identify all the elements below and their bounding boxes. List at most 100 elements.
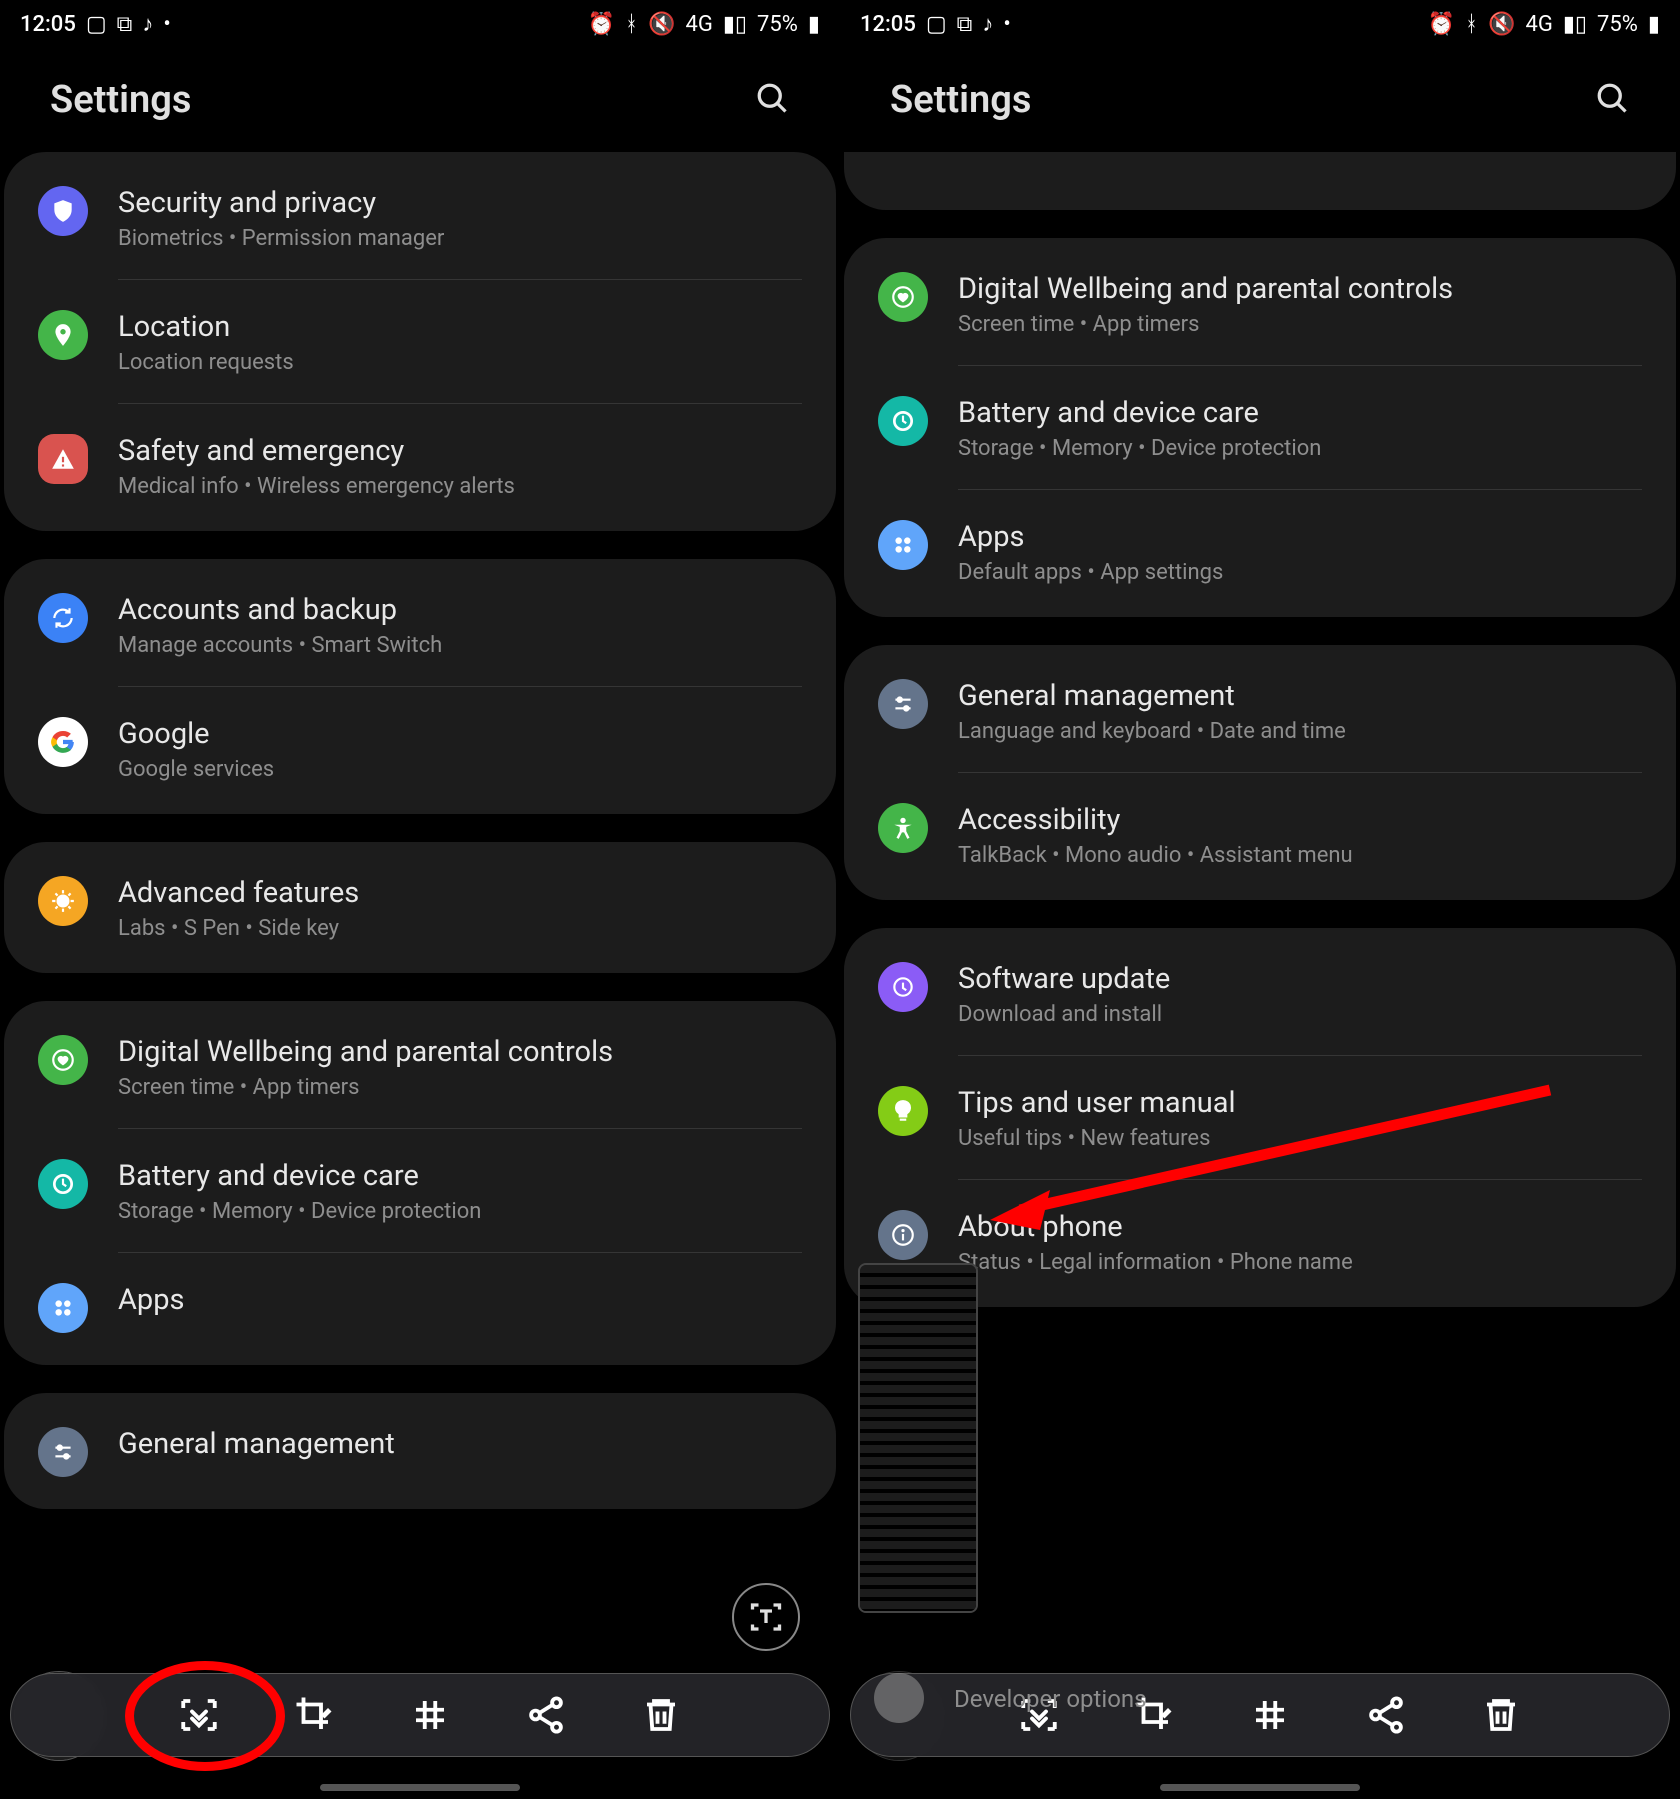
item-subtitle: Manage accounts • Smart Switch xyxy=(118,633,802,658)
item-subtitle: Google services xyxy=(118,757,802,782)
settings-item-star[interactable]: Labs • S Pen • Side key xyxy=(844,152,1676,206)
page-title: Settings xyxy=(890,78,1031,122)
item-subtitle: Default apps • App settings xyxy=(958,560,1642,585)
update-icon xyxy=(878,962,928,1012)
tips-icon xyxy=(878,1086,928,1136)
item-title: General management xyxy=(118,1427,802,1461)
settings-item-update[interactable]: Software updateDownload and install xyxy=(844,932,1676,1055)
item-subtitle: Storage • Memory • Device protection xyxy=(118,1199,802,1224)
search-icon[interactable] xyxy=(1594,80,1630,120)
overlay-icon: ⧉ xyxy=(957,12,973,37)
signal-icon: ▮▯ xyxy=(1563,12,1587,37)
bluetooth-icon: ᚼ xyxy=(625,12,638,37)
item-subtitle: Screen time • App timers xyxy=(958,312,1642,337)
phone-screenshot-left: 12:05 ▢ ⧉ ♪ • ⏰ ᚼ 🔇 4G ▮▯ 75% ▮ Settings… xyxy=(0,0,840,1799)
settings-header: Settings xyxy=(840,48,1680,152)
item-title: Advanced features xyxy=(118,876,802,910)
settings-list[interactable]: Security and privacy Biometrics • Permiss… xyxy=(0,152,840,1793)
nav-bar-pill[interactable] xyxy=(1160,1784,1360,1791)
settings-group: Labs • S Pen • Side key xyxy=(844,152,1676,210)
vibrate-icon: 🔇 xyxy=(1488,12,1515,37)
sync-icon xyxy=(38,593,88,643)
more-icon: • xyxy=(163,12,170,37)
accessibility-icon xyxy=(878,803,928,853)
music-icon: ♪ xyxy=(982,11,993,37)
settings-group: Security and privacy Biometrics • Permiss… xyxy=(4,152,836,531)
gallery-icon: ▢ xyxy=(926,12,947,37)
settings-group: Digital Wellbeing and parental controlsS… xyxy=(844,238,1676,617)
settings-item-heart[interactable]: Digital Wellbeing and parental controlsS… xyxy=(844,242,1676,365)
text-extract-icon[interactable] xyxy=(732,1583,800,1651)
developer-label: Developer options xyxy=(954,1685,1147,1713)
shield-icon xyxy=(38,186,88,236)
item-subtitle: Medical info • Wireless emergency alerts xyxy=(118,474,802,499)
item-title: Tips and user manual xyxy=(958,1086,1642,1120)
item-subtitle: Location requests xyxy=(118,350,802,375)
item-title: Security and privacy xyxy=(118,186,802,220)
settings-group: Advanced features Labs • S Pen • Side key xyxy=(4,842,836,973)
settings-item-location[interactable]: Location Location requests xyxy=(4,280,836,403)
nav-bar-pill[interactable] xyxy=(320,1784,520,1791)
item-subtitle: Biometrics • Permission manager xyxy=(118,226,802,251)
item-subtitle: Useful tips • New features xyxy=(958,1126,1642,1151)
battery-icon: ▮ xyxy=(1648,12,1660,37)
scroll-capture-button[interactable] xyxy=(169,1685,229,1745)
heart-icon xyxy=(878,272,928,322)
settings-group: General management Language and keyboard … xyxy=(844,645,1676,900)
item-title: Safety and emergency xyxy=(118,434,802,468)
clock: 12:05 xyxy=(20,12,76,37)
item-title: General management xyxy=(958,679,1642,713)
settings-item-sync[interactable]: Accounts and backupManage accounts • Sma… xyxy=(4,563,836,686)
battery-icon: ▮ xyxy=(808,12,820,37)
settings-item-google[interactable]: Google Google services xyxy=(4,687,836,810)
item-subtitle: Status • Legal information • Phone name xyxy=(958,1250,1642,1275)
status-bar: 12:05 ▢ ⧉ ♪ • ⏰ ᚼ 🔇 4G ▮▯ 75% ▮ xyxy=(0,0,840,48)
battery-text: 75% xyxy=(1597,12,1638,37)
settings-item-sliders[interactable]: General management Language and keyboard … xyxy=(844,649,1676,772)
network-icon: 4G xyxy=(1525,12,1552,37)
settings-item-care[interactable]: Battery and device care Storage • Memory … xyxy=(844,366,1676,489)
signal-icon: ▮▯ xyxy=(723,12,747,37)
search-icon[interactable] xyxy=(754,80,790,120)
battery-text: 75% xyxy=(757,12,798,37)
more-icon: • xyxy=(1003,12,1010,37)
sliders-icon xyxy=(878,679,928,729)
network-icon: 4G xyxy=(685,12,712,37)
status-bar: 12:05 ▢ ⧉ ♪ • ⏰ ᚼ 🔇 4G ▮▯ 75% ▮ xyxy=(840,0,1680,48)
settings-item-heart[interactable]: Digital Wellbeing and parental controlsS… xyxy=(4,1005,836,1128)
settings-item-emergency[interactable]: Safety and emergency Medical info • Wirel… xyxy=(4,404,836,527)
settings-item-apps[interactable]: Apps xyxy=(4,1253,836,1361)
music-icon: ♪ xyxy=(142,11,153,37)
care-icon xyxy=(878,396,928,446)
item-title: Apps xyxy=(118,1283,802,1317)
developer-row[interactable]: Developer options xyxy=(840,1685,1680,1713)
settings-item-accessibility[interactable]: AccessibilityTalkBack • Mono audio • Ass… xyxy=(844,773,1676,896)
settings-item-star[interactable]: Advanced features Labs • S Pen • Side key xyxy=(4,846,836,969)
item-subtitle: Storage • Memory • Device protection xyxy=(958,436,1642,461)
item-title: Battery and device care xyxy=(958,396,1642,430)
apps-icon xyxy=(38,1283,88,1333)
item-subtitle: Language and keyboard • Date and time xyxy=(958,719,1642,744)
delete-button[interactable] xyxy=(631,1685,691,1745)
item-subtitle: Labs • S Pen • Side key xyxy=(958,152,1642,153)
item-title: Google xyxy=(118,717,802,751)
settings-item-sliders[interactable]: General management xyxy=(4,1397,836,1505)
heart-icon xyxy=(38,1035,88,1085)
crop-edit-button[interactable] xyxy=(284,1685,344,1745)
emergency-icon xyxy=(38,434,88,484)
item-subtitle: Labs • S Pen • Side key xyxy=(118,916,802,941)
item-title: Location xyxy=(118,310,802,344)
screenshot-toolbar xyxy=(10,1673,830,1757)
item-subtitle: Screen time • App timers xyxy=(118,1075,802,1100)
settings-item-apps[interactable]: AppsDefault apps • App settings xyxy=(844,490,1676,613)
bluetooth-icon: ᚼ xyxy=(1465,12,1478,37)
tag-button[interactable] xyxy=(400,1685,460,1745)
location-icon xyxy=(38,310,88,360)
settings-item-shield[interactable]: Security and privacy Biometrics • Permiss… xyxy=(4,156,836,279)
settings-item-care[interactable]: Battery and device careStorage • Memory … xyxy=(4,1129,836,1252)
item-subtitle: TalkBack • Mono audio • Assistant menu xyxy=(958,843,1642,868)
share-button[interactable] xyxy=(516,1685,576,1745)
alarm-icon: ⏰ xyxy=(1427,12,1454,37)
scrolling-screenshot-preview[interactable] xyxy=(858,1263,978,1613)
settings-item-tips[interactable]: Tips and user manual Useful tips • New fe… xyxy=(844,1056,1676,1179)
